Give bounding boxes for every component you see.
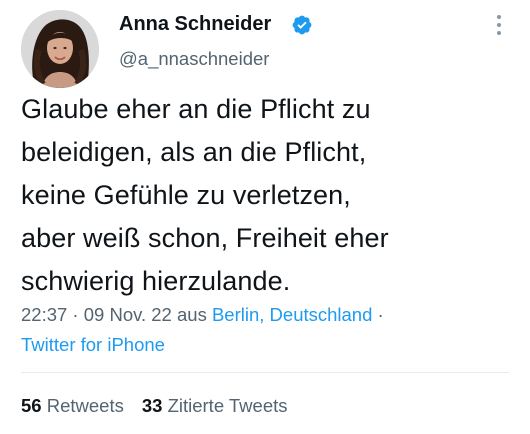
display-name[interactable]: Anna Schneider xyxy=(119,13,271,36)
quotes-label: Zitierte Tweets xyxy=(167,395,288,416)
quotes-stat[interactable]: 33 Zitierte Tweets xyxy=(142,395,288,416)
divider xyxy=(21,372,509,373)
tweet-meta: 22:37 · 09 Nov. 22 aus Berlin, Deutschla… xyxy=(21,300,521,360)
engagement-stats: 56 Retweets 33 Zitierte Tweets xyxy=(21,395,288,417)
location-prefix: aus xyxy=(171,304,212,325)
meta-separator: · xyxy=(67,304,84,325)
more-options-icon[interactable] xyxy=(489,10,509,40)
source-link[interactable]: Twitter for iPhone xyxy=(21,334,165,355)
avatar-image xyxy=(21,10,99,88)
tweet-time[interactable]: 22:37 xyxy=(21,304,67,325)
retweets-label: Retweets xyxy=(46,395,124,416)
tweet-text: Glaube eher an die Pflicht zu beleidigen… xyxy=(21,94,389,296)
verified-badge-icon xyxy=(292,15,312,35)
location-link[interactable]: Berlin, Deutschland xyxy=(212,304,372,325)
avatar[interactable] xyxy=(21,10,99,88)
meta-separator-trailing: · xyxy=(372,304,384,325)
user-handle[interactable]: @a_nnaschneider xyxy=(119,48,269,70)
retweets-count: 56 xyxy=(21,395,42,416)
quotes-count: 33 xyxy=(141,395,163,416)
tweet-card: Anna Schneider @a_nnaschneider Glaube eh… xyxy=(0,0,530,434)
retweets-stat[interactable]: 56 Retweets xyxy=(21,395,124,416)
tweet-date[interactable]: 09 Nov. 22 xyxy=(84,304,172,325)
